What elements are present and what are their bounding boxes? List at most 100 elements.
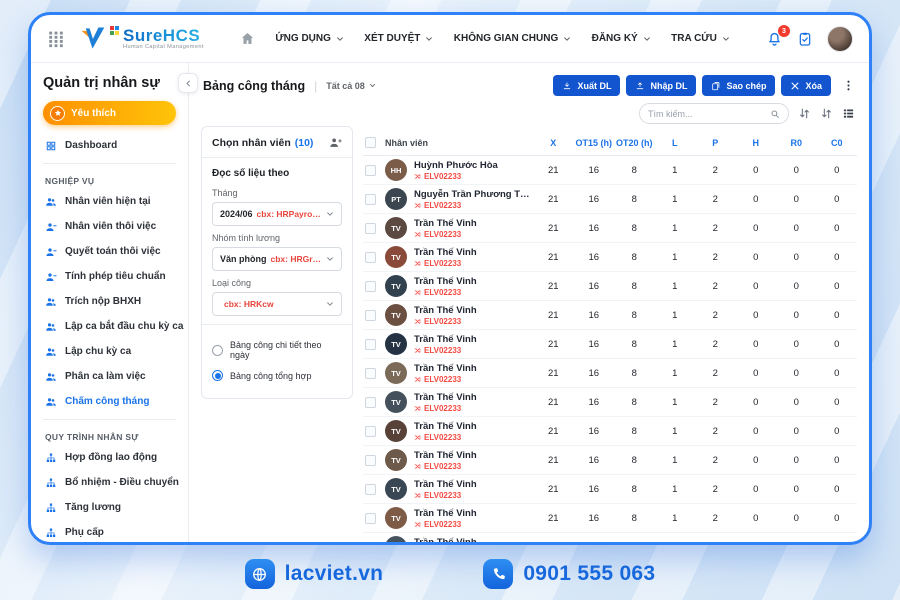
table-row[interactable]: TV Trần Thế Vinh ELV02233 <box>363 330 857 359</box>
row-checkbox[interactable] <box>365 194 376 205</box>
row-checkbox[interactable] <box>365 310 376 321</box>
report-type-radio[interactable]: Bảng công chi tiết theo ngày <box>212 335 342 365</box>
cell-p: 2 <box>695 513 736 524</box>
nav-menu-item[interactable]: TRA CỨU <box>671 33 730 44</box>
nav-menu-item[interactable]: ỨNG DỤNG <box>275 33 344 44</box>
table-row[interactable]: TV Trần Thế Vinh ELV02233 <box>363 359 857 388</box>
nav-menu-item[interactable]: KHÔNG GIAN CHUNG <box>454 33 571 44</box>
sidebar-item[interactable]: Phân ca làm việc <box>43 364 176 389</box>
sidebar-item[interactable]: Phụ cấp <box>43 520 176 545</box>
row-checkbox[interactable] <box>365 542 376 543</box>
row-checkbox[interactable] <box>365 455 376 466</box>
column-header[interactable]: P <box>695 138 736 148</box>
tasks-button[interactable] <box>797 31 813 47</box>
sidebar-item[interactable]: Trích nộp BHXH <box>43 289 176 314</box>
row-checkbox[interactable] <box>365 426 376 437</box>
field-select[interactable]: cbx: HRKcw <box>212 292 342 316</box>
row-checkbox[interactable] <box>365 165 376 176</box>
table-row[interactable]: TV Trần Thế Vinh ELV02233 <box>363 388 857 417</box>
toolbar-button[interactable]: Nhập DL <box>626 75 696 96</box>
footer-website[interactable]: lacviet.vn <box>245 559 384 589</box>
sidebar-item[interactable]: Nhân viên thôi việc <box>43 214 176 239</box>
row-checkbox[interactable] <box>365 397 376 408</box>
employee-name[interactable]: Trần Thế Vinh <box>414 479 477 490</box>
table-row[interactable]: TV Trần Thế Vinh ELV02233 <box>363 446 857 475</box>
report-type-radio[interactable]: Bảng công tổng hợp <box>212 365 342 386</box>
employee-name[interactable]: Trần Thế Vinh <box>414 305 477 316</box>
select-all-checkbox[interactable] <box>365 137 376 148</box>
table-row[interactable]: TV Trần Thế Vinh ELV02233 <box>363 272 857 301</box>
row-checkbox[interactable] <box>365 281 376 292</box>
toolbar-button[interactable]: Sao chép <box>702 75 775 96</box>
sidebar-item[interactable]: Tính phép tiêu chuẩn <box>43 264 176 289</box>
row-checkbox[interactable] <box>365 484 376 495</box>
row-checkbox[interactable] <box>365 513 376 524</box>
employee-name[interactable]: Trần Thế Vinh <box>414 218 477 229</box>
sidebar-item[interactable]: Hợp đồng lao động <box>43 445 176 470</box>
table-row[interactable]: TV Trần Thế Vinh ELV02233 <box>363 214 857 243</box>
employee-name[interactable]: Trần Thế Vinh <box>414 537 477 543</box>
scope-dropdown[interactable]: Tất cả 08 <box>326 81 376 91</box>
notifications-button[interactable]: 3 <box>766 30 783 47</box>
cell-l: 1 <box>655 484 696 495</box>
row-checkbox[interactable] <box>365 252 376 263</box>
employee-name[interactable]: Trần Thế Vinh <box>414 247 477 258</box>
nav-menu-item[interactable]: ĐĂNG KÝ <box>592 33 651 44</box>
column-header[interactable]: X <box>533 138 574 148</box>
toolbar-button[interactable]: Xuất DL <box>553 75 620 96</box>
row-checkbox[interactable] <box>365 223 376 234</box>
toolbar-button[interactable]: Xóa <box>781 75 831 96</box>
favorites-button[interactable]: Yêu thích <box>43 101 176 125</box>
sidebar-item[interactable]: Bổ nhiệm - Điều chuyển <box>43 470 176 495</box>
employee-name[interactable]: Huỳnh Phước Hòa <box>414 160 498 171</box>
table-row[interactable]: PT Nguyễn Trần Phương Thảo ELV02233 <box>363 185 857 214</box>
sidebar-collapse-button[interactable] <box>178 73 198 93</box>
sort-button[interactable] <box>798 107 811 120</box>
column-header[interactable]: R0 <box>776 138 817 148</box>
table-row[interactable]: TV Trần Thế Vinh ELV02233 <box>363 475 857 504</box>
table-row[interactable]: TV Trần Thế Vinh ELV02233 <box>363 417 857 446</box>
search-input[interactable] <box>648 109 770 119</box>
columns-button[interactable] <box>842 107 855 120</box>
more-menu-button[interactable] <box>842 79 855 92</box>
sidebar-item[interactable]: Tăng lương <box>43 495 176 520</box>
search-icon[interactable] <box>770 109 780 119</box>
column-header[interactable]: C0 <box>817 138 858 148</box>
employee-name[interactable]: Trần Thế Vinh <box>414 334 477 345</box>
row-checkbox[interactable] <box>365 339 376 350</box>
sidebar-item-dashboard[interactable]: Dashboard <box>43 133 176 158</box>
table-row[interactable]: TV Trần Thế Vinh ELV02233 <box>363 504 857 533</box>
sidebar-item[interactable]: Lập ca bắt đầu chu kỳ ca <box>43 314 176 339</box>
nav-home[interactable] <box>240 31 255 46</box>
sidebar-item[interactable]: Lập chu kỳ ca <box>43 339 176 364</box>
employee-name[interactable]: Trần Thế Vinh <box>414 363 477 374</box>
employee-name[interactable]: Nguyễn Trần Phương Thảo <box>414 189 533 200</box>
column-header[interactable]: H <box>736 138 777 148</box>
employee-name[interactable]: Trần Thế Vinh <box>414 421 477 432</box>
sidebar-item[interactable]: Chấm công tháng <box>43 389 176 414</box>
search-box[interactable] <box>639 103 789 124</box>
row-checkbox[interactable] <box>365 368 376 379</box>
table-row[interactable]: TV Trần Thế Vinh ELV02233 <box>363 243 857 272</box>
sidebar-item[interactable]: Nhân viên hiện tại <box>43 189 176 214</box>
employee-name[interactable]: Trần Thế Vinh <box>414 276 477 287</box>
field-select[interactable]: Văn phòng cbx: HRGroupSalary <box>212 247 342 271</box>
employee-name[interactable]: Trần Thế Vinh <box>414 508 477 519</box>
app-launcher-icon[interactable] <box>47 30 65 48</box>
footer-phone[interactable]: 0901 555 063 <box>483 559 655 589</box>
table-row[interactable]: HH Huỳnh Phước Hòa ELV02233 <box>363 156 857 185</box>
logo[interactable]: SureHCS Human Capital Management <box>79 25 204 52</box>
employee-name[interactable]: Trần Thế Vinh <box>414 450 477 461</box>
user-avatar[interactable] <box>827 26 853 52</box>
table-row[interactable]: TV Trần Thế Vinh ELV02233 <box>363 301 857 330</box>
column-header[interactable]: OT15 (h) <box>574 138 615 148</box>
column-header[interactable]: OT20 (h) <box>614 138 655 148</box>
nav-menu-item[interactable]: XÉT DUYỆT <box>364 33 433 44</box>
table-row[interactable]: TV Trần Thế Vinh ELV02233 <box>363 533 857 542</box>
employee-name[interactable]: Trần Thế Vinh <box>414 392 477 403</box>
add-employee-button[interactable] <box>329 136 342 149</box>
column-header[interactable]: L <box>655 138 696 148</box>
sort-secondary-button[interactable] <box>820 107 833 120</box>
field-select[interactable]: 2024/06 cbx: HRPayrollDow <box>212 202 342 226</box>
sidebar-item[interactable]: Quyết toán thôi việc <box>43 239 176 264</box>
